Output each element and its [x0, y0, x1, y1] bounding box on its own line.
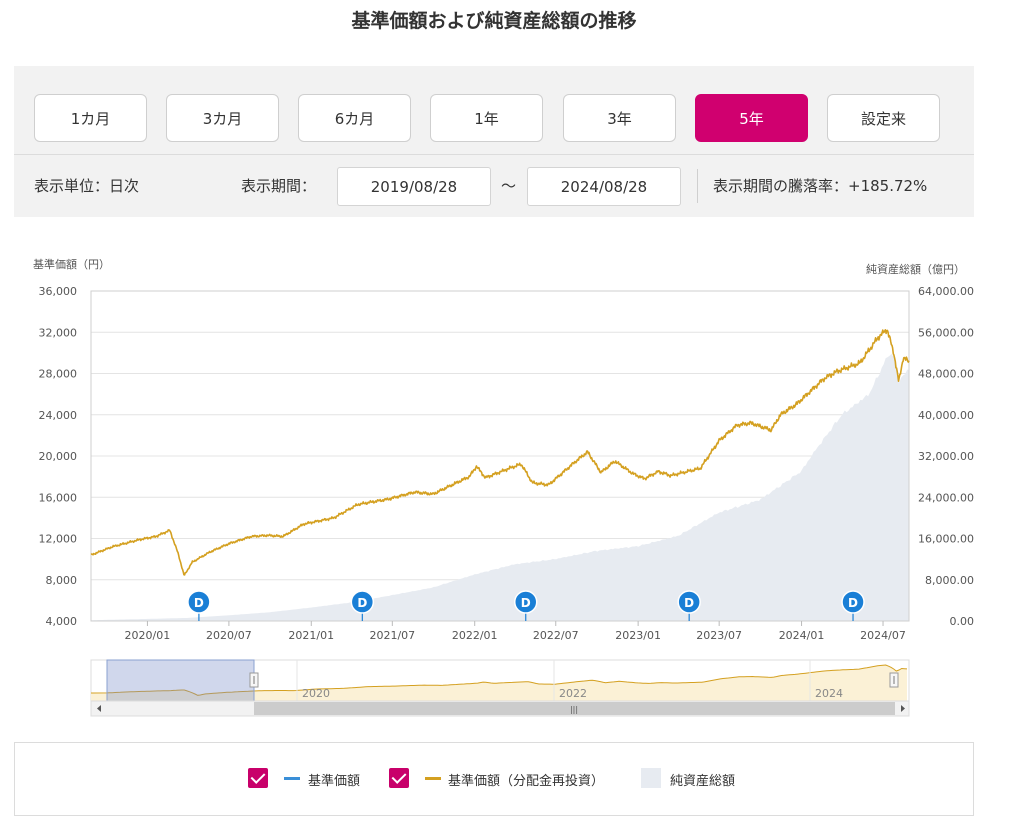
left-axis-tick-label: 4,000 — [46, 615, 78, 628]
navigator-selection — [106, 659, 255, 702]
right-axis-tick-label: 0.00 — [950, 615, 975, 628]
left-axis-tick-label: 16,000 — [39, 491, 78, 504]
right-axis-tick-label: 24,000.00 — [918, 491, 974, 504]
right-axis-tick-label: 32,000.00 — [918, 450, 974, 463]
x-axis-tick-label: 2024/01 — [779, 629, 825, 642]
legend-label-nav-reinvested: 基準価額（分配金再投資） — [448, 774, 605, 789]
dividend-marker-label: D — [357, 596, 367, 610]
x-axis-tick-label: 2022/01 — [452, 629, 498, 642]
legend: 基準価額 基準価額（分配金再投資） 純資産総額 — [14, 742, 974, 816]
x-axis-tick-label: 2021/01 — [288, 629, 334, 642]
x-axis-tick-label: 2020/01 — [125, 629, 171, 642]
legend-swatch-net-assets — [641, 768, 661, 788]
dividend-marker-label: D — [194, 596, 204, 610]
x-axis-tick-label: 2022/07 — [533, 629, 579, 642]
legend-label-nav: 基準価額 — [308, 774, 361, 789]
price-chart: 36,000 32,000 28,000 24,000 20,000 16,000 12,0… — [39, 285, 975, 717]
left-axis-tick-label: 28,000 — [39, 368, 78, 381]
right-axis-tick-label: 64,000.00 — [918, 285, 974, 298]
legend-checkbox-nav[interactable] — [248, 768, 268, 788]
legend-checkbox-nav-reinvested[interactable] — [389, 768, 409, 788]
navigator-year-label: 2024 — [815, 687, 843, 700]
legend-swatch-nav-reinvested — [425, 777, 441, 780]
net-assets-area — [91, 353, 909, 621]
x-axis-tick-label: 2023/01 — [615, 629, 661, 642]
left-axis-tick-label: 12,000 — [39, 533, 78, 546]
navigator-scrollbar-grip: ||| — [570, 705, 578, 714]
dividend-marker-label: D — [848, 596, 858, 610]
right-axis-tick-label: 40,000.00 — [918, 409, 974, 422]
legend-label-net-assets: 純資産総額 — [670, 774, 736, 789]
right-axis-tick-label: 8,000.00 — [925, 574, 974, 587]
dividend-marker-label: D — [521, 596, 531, 610]
left-axis-tick-label: 20,000 — [39, 450, 78, 463]
navigator-year-label: 2020 — [302, 687, 330, 700]
left-axis-tick-label: 8,000 — [46, 574, 78, 587]
left-axis-tick-label: 36,000 — [39, 285, 78, 298]
x-axis-tick-label: 2024/07 — [860, 629, 906, 642]
left-axis-tick-label: 24,000 — [39, 409, 78, 422]
navigator-year-label: 2022 — [559, 687, 587, 700]
x-axis-tick-label: 2020/07 — [206, 629, 252, 642]
x-axis-tick-label: 2023/07 — [696, 629, 742, 642]
right-axis-tick-label: 48,000.00 — [918, 368, 974, 381]
left-axis-tick-label: 32,000 — [39, 326, 78, 339]
dividend-marker-label: D — [684, 596, 694, 610]
x-axis-tick-label: 2021/07 — [369, 629, 415, 642]
right-axis-tick-label: 56,000.00 — [918, 326, 974, 339]
legend-swatch-nav — [284, 777, 300, 780]
right-axis-tick-label: 16,000.00 — [918, 533, 974, 546]
